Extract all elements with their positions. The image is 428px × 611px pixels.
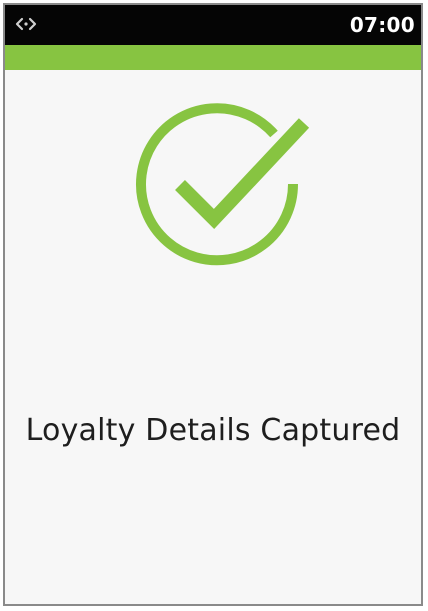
transfer-arrows-icon bbox=[15, 14, 37, 34]
status-bar: 07:00 bbox=[5, 5, 421, 45]
status-time: 07:00 bbox=[349, 13, 415, 37]
accent-bar bbox=[5, 45, 421, 70]
check-circle-icon bbox=[131, 101, 315, 281]
device-screen: 07:00 Loyalty Details Captured bbox=[3, 3, 423, 606]
success-message: Loyalty Details Captured bbox=[25, 413, 401, 448]
